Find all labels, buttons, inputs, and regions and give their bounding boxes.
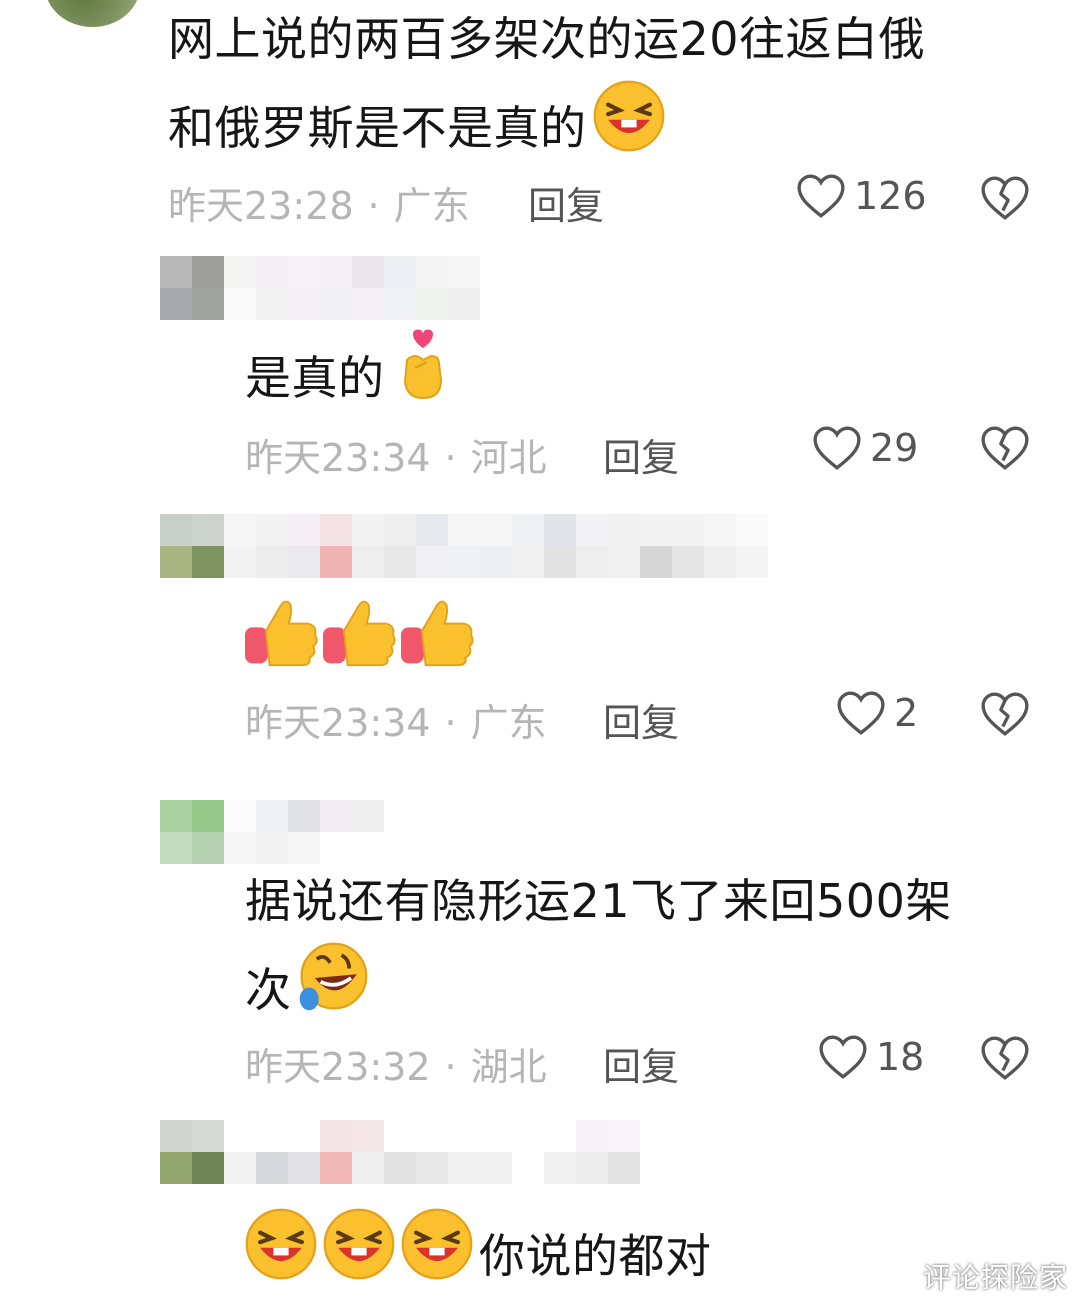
like-button[interactable]: 18 <box>818 1034 924 1080</box>
comment-time: 昨天23:28 <box>168 184 354 228</box>
comment-location: 广东 <box>470 701 547 745</box>
heart-icon <box>836 690 886 736</box>
like-button[interactable]: 2 <box>836 690 918 736</box>
username-mosaic[interactable] <box>160 800 384 864</box>
grin-squint-icon <box>399 1206 475 1305</box>
finger-heart-icon <box>395 328 451 427</box>
grin-squint-icon <box>243 1206 319 1305</box>
username-mosaic[interactable] <box>160 1120 672 1184</box>
reply-button[interactable]: 回复 <box>528 175 604 230</box>
like-count: 29 <box>870 426 919 470</box>
heart-icon <box>818 1034 868 1080</box>
dislike-button[interactable] <box>980 425 1030 471</box>
like-count: 126 <box>854 174 927 218</box>
rolling-laughing-icon <box>294 940 370 1039</box>
comment-text: 据说还有隐形运21飞了来回500架 次 <box>245 862 952 1039</box>
watermark: 评论探险家 <box>922 1261 1068 1294</box>
grin-squint-icon <box>321 1206 397 1305</box>
broken-heart-icon <box>980 691 1030 737</box>
comment-location: 广东 <box>393 184 470 228</box>
like-count: 2 <box>894 691 919 735</box>
comment-text: 网上说的两百多架次的运20往返白俄 和俄罗斯是不是真的 <box>168 0 925 177</box>
comment-line: 据说还有隐形运21飞了来回500架 <box>245 874 952 928</box>
comment-meta: 昨天23:32 · 湖北 <box>245 1036 547 1091</box>
thumbs-up-icon <box>321 597 397 692</box>
comment-line: 和俄罗斯是不是真的 <box>168 78 925 177</box>
broken-heart-icon <box>980 1035 1030 1081</box>
like-count: 18 <box>876 1035 925 1079</box>
like-button[interactable]: 126 <box>796 173 927 219</box>
username-mosaic[interactable] <box>160 514 768 578</box>
separator: · <box>367 184 380 228</box>
thumbs-up-icon <box>243 597 319 692</box>
like-button[interactable]: 29 <box>812 425 918 471</box>
separator: · <box>444 1045 457 1089</box>
reply-button[interactable]: 回复 <box>603 1036 679 1091</box>
dislike-button[interactable] <box>980 1035 1030 1081</box>
username-mosaic[interactable] <box>160 256 480 320</box>
comment-meta: 昨天23:34 · 广东 <box>245 692 547 747</box>
separator: · <box>444 436 457 480</box>
broken-heart-icon <box>980 425 1030 471</box>
comment-text <box>243 597 475 673</box>
comment-time: 昨天23:34 <box>245 436 431 480</box>
heart-icon <box>796 173 846 219</box>
comment-meta: 昨天23:34 · 河北 <box>245 427 547 482</box>
comment-time: 昨天23:34 <box>245 701 431 745</box>
thumbs-up-icon <box>399 597 475 692</box>
comment-location: 河北 <box>470 436 547 480</box>
avatar[interactable] <box>45 0 140 27</box>
dislike-button[interactable] <box>980 175 1030 221</box>
heart-icon <box>812 425 862 471</box>
comment-time: 昨天23:32 <box>245 1045 431 1089</box>
comment-meta: 昨天23:28 · 广东 <box>168 175 470 230</box>
reply-button[interactable]: 回复 <box>603 427 679 482</box>
broken-heart-icon <box>980 175 1030 221</box>
comment-text: 你说的都对 <box>243 1206 712 1305</box>
comment-line: 网上说的两百多架次的运20往返白俄 <box>168 12 926 66</box>
reply-button[interactable]: 回复 <box>603 692 679 747</box>
comment-location: 湖北 <box>470 1045 547 1089</box>
comment-line: 次 <box>245 940 952 1039</box>
comment-text: 是真的 <box>245 328 451 427</box>
dislike-button[interactable] <box>980 691 1030 737</box>
grin-squint-icon <box>591 78 667 177</box>
separator: · <box>444 701 457 745</box>
